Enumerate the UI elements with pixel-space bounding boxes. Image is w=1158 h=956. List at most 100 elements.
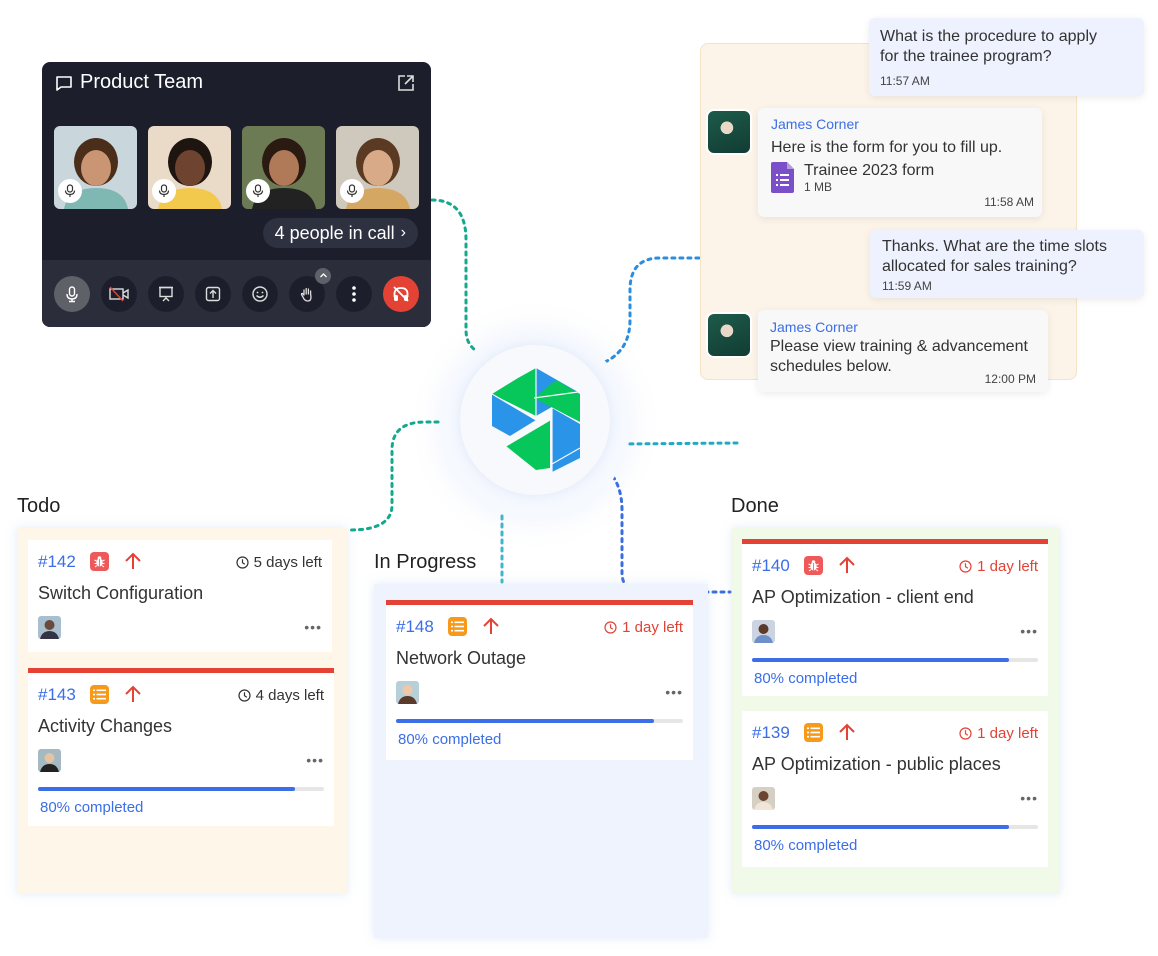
- assignee-avatar[interactable]: [38, 616, 61, 639]
- progress-bar: [752, 825, 1038, 829]
- progress-bar-fill: [752, 825, 1010, 829]
- call-controls: [42, 260, 431, 327]
- camera-off-button[interactable]: [101, 275, 137, 312]
- due-label: 4 days left: [255, 687, 324, 704]
- smiley-icon: [252, 285, 268, 302]
- column-title-done: Done: [731, 495, 779, 517]
- connector-todo: [348, 420, 448, 532]
- task-id[interactable]: #139: [752, 723, 790, 743]
- progress-bar-fill: [38, 787, 296, 791]
- column-title-in-progress: In Progress: [374, 551, 477, 573]
- task-id[interactable]: #143: [38, 685, 76, 705]
- mic-status-badge: [58, 179, 82, 203]
- task-id[interactable]: #148: [396, 617, 434, 637]
- clock-icon: [238, 689, 251, 702]
- assignee-avatar[interactable]: [38, 749, 61, 772]
- bug-icon: [94, 556, 105, 568]
- task-title[interactable]: Activity Changes: [38, 716, 172, 737]
- task-id[interactable]: #142: [38, 552, 76, 572]
- chevron-up-icon: [319, 273, 327, 278]
- progress-bar: [752, 658, 1038, 662]
- task-card[interactable]: #143 4 days left Activity Changes ••• 80…: [28, 668, 334, 826]
- message-text: Here is the form for you to fill up.: [771, 139, 1003, 156]
- chat-message-received: James Corner Here is the form for you to…: [758, 108, 1042, 217]
- assignee-photo: [398, 685, 417, 704]
- popout-icon[interactable]: [397, 74, 415, 92]
- task-title[interactable]: AP Optimization - client end: [752, 587, 974, 608]
- message-text: What is the procedure to apply: [880, 28, 1098, 45]
- priority-high-arrow-icon: [483, 617, 499, 634]
- participant-video-tile[interactable]: [336, 126, 419, 209]
- assignee-avatar[interactable]: [396, 681, 419, 704]
- progress-label: 80% completed: [754, 837, 858, 854]
- reactions-button[interactable]: [242, 275, 278, 312]
- task-type-badge: [804, 723, 823, 742]
- participant-video-tile[interactable]: [242, 126, 325, 209]
- avatar-james-corner: [706, 109, 752, 155]
- assignee-photo: [754, 791, 773, 810]
- file-attachment[interactable]: Trainee 2023 form 1 MB: [771, 162, 1029, 194]
- card-more-button[interactable]: •••: [1020, 623, 1038, 639]
- task-card[interactable]: #140 1 day left AP Optimization - client…: [742, 539, 1048, 696]
- task-type-badge: [448, 617, 467, 636]
- assignee-avatar[interactable]: [752, 620, 775, 643]
- progress-bar: [38, 787, 324, 791]
- participant-video-tile[interactable]: [54, 126, 137, 209]
- assignee-photo: [754, 624, 773, 643]
- share-screen-button[interactable]: [195, 275, 231, 312]
- chat-message-sent: Thanks. What are the time slots allocate…: [870, 230, 1144, 298]
- message-text: Please view training & advancement: [770, 338, 1028, 355]
- card-more-button[interactable]: •••: [665, 684, 683, 700]
- card-more-button[interactable]: •••: [306, 752, 324, 768]
- due-date: 5 days left: [236, 554, 322, 571]
- progress-label: 80% completed: [40, 799, 144, 816]
- people-count-label: 4 people in call: [274, 222, 395, 243]
- chat-icon[interactable]: [54, 73, 74, 93]
- task-id[interactable]: #140: [752, 556, 790, 576]
- connector-done: [606, 468, 732, 594]
- reactions-expand-button[interactable]: [315, 267, 331, 284]
- task-card[interactable]: #148 1 day left Network Outage ••• 80% c…: [386, 600, 693, 760]
- clock-icon: [959, 560, 972, 573]
- microphone-icon: [64, 184, 76, 197]
- microphone-icon: [158, 184, 170, 197]
- clock-icon: [604, 621, 617, 634]
- message-text: allocated for sales training?: [882, 258, 1077, 275]
- card-more-button[interactable]: •••: [304, 619, 322, 635]
- avatar-james-corner: [706, 312, 752, 358]
- connector-right: [620, 441, 740, 446]
- video-call-panel: Product Team 4 people in call ›: [42, 62, 431, 327]
- message-text: for the trainee program?: [880, 48, 1052, 65]
- end-call-button[interactable]: [383, 275, 419, 312]
- file-name: Trainee 2023 form: [804, 162, 935, 179]
- message-time: 11:58 AM: [984, 195, 1034, 209]
- progress-bar-fill: [396, 719, 655, 723]
- task-title[interactable]: Network Outage: [396, 648, 526, 669]
- progress-bar: [396, 719, 683, 723]
- due-date: 1 day left: [959, 725, 1038, 742]
- priority-high-arrow-icon: [839, 723, 855, 740]
- task-title[interactable]: AP Optimization - public places: [752, 754, 1001, 775]
- people-in-call-button[interactable]: 4 people in call ›: [262, 218, 418, 248]
- task-card[interactable]: #142 5 days left Switch Configuration ••…: [28, 540, 332, 652]
- microphone-button[interactable]: [54, 275, 90, 312]
- task-title[interactable]: Switch Configuration: [38, 583, 203, 604]
- share-screen-icon: [205, 286, 221, 301]
- progress-label: 80% completed: [754, 670, 858, 687]
- raise-hand-button[interactable]: [289, 267, 331, 312]
- chat-message-received: James Corner Please view training & adva…: [758, 310, 1048, 392]
- file-size: 1 MB: [804, 180, 833, 194]
- mic-status-badge: [340, 179, 364, 203]
- participant-video-tile[interactable]: [148, 126, 231, 209]
- card-more-button[interactable]: •••: [1020, 790, 1038, 806]
- priority-high-arrow-icon: [125, 685, 141, 702]
- assignee-avatar[interactable]: [752, 787, 775, 810]
- due-label: 5 days left: [253, 554, 322, 571]
- microphone-icon: [252, 184, 264, 197]
- camera-off-icon: [109, 285, 129, 302]
- more-options-button[interactable]: [336, 275, 372, 312]
- connector-call: [430, 198, 480, 354]
- task-card[interactable]: #139 1 day left AP Optimization - public…: [742, 711, 1048, 867]
- progress-label: 80% completed: [398, 731, 502, 748]
- present-button[interactable]: [148, 275, 184, 312]
